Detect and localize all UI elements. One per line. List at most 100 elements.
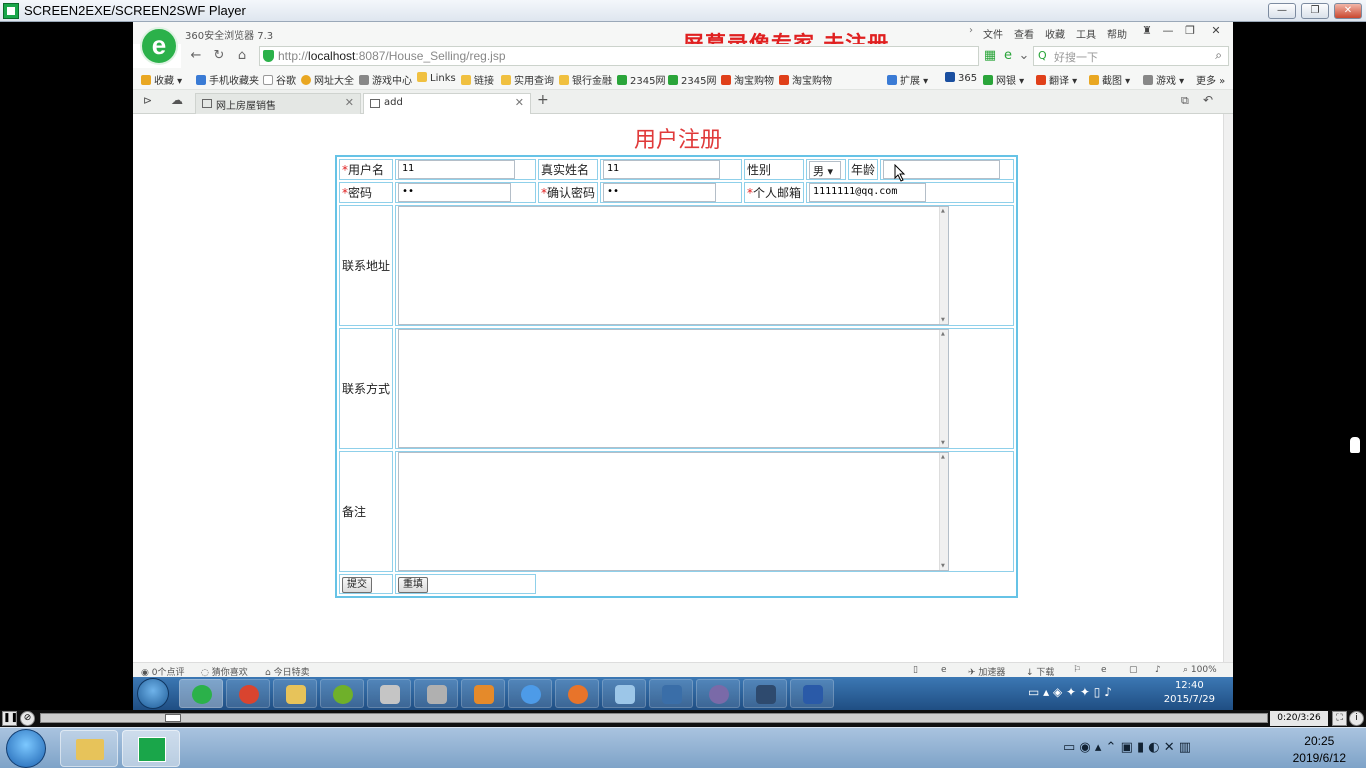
host-tray-icons[interactable]: ▭ ◉ ▴ ⌃ ▣ ▮ ◐ ✕ ▥	[1063, 740, 1191, 755]
tab-close-icon[interactable]: ✕	[345, 96, 354, 109]
fav-item[interactable]: 网址大全	[301, 72, 354, 87]
taskbar-app-network[interactable]	[649, 679, 693, 708]
back-icon[interactable]: ←	[187, 47, 205, 65]
taskbar-app-visualstudio[interactable]	[461, 679, 505, 708]
progress-slider[interactable]	[40, 713, 1268, 723]
minimize-button[interactable]: —	[1268, 3, 1296, 19]
textarea-scrollbar[interactable]	[939, 330, 949, 447]
fav-item[interactable]: 银行金融	[559, 72, 612, 87]
maximize-button[interactable]: ❐	[1301, 3, 1329, 19]
url-input[interactable]: http://localhost:8087/House_Selling/reg.…	[259, 46, 979, 66]
player-controls: ❚❚ ⊘ 0:20/3:26 ⛶ i	[0, 710, 1366, 727]
taskbar-app-360browser[interactable]	[179, 679, 223, 708]
browser-close-button[interactable]: ✕	[1206, 24, 1226, 37]
fav-item[interactable]: 收藏 ▾	[141, 72, 182, 87]
tray-icons[interactable]: ▭ ▴ ◈ ✦ ✦ ▯ ♪	[1028, 685, 1112, 699]
taskbar-app-firefox[interactable]	[555, 679, 599, 708]
tab-add[interactable]: add ✕	[363, 93, 531, 115]
fav-screenshot[interactable]: 截图 ▾	[1089, 72, 1130, 87]
fav-translate[interactable]: 翻译 ▾	[1036, 72, 1077, 87]
taskbar-app-viewer[interactable]	[414, 679, 458, 708]
start-button[interactable]	[137, 678, 169, 709]
gender-select[interactable]: 男 ▾	[809, 160, 842, 179]
reset-button[interactable]: 重填	[398, 576, 429, 593]
taskbar-player[interactable]	[122, 730, 180, 767]
info-button[interactable]: i	[1349, 711, 1364, 726]
confirm-password-input[interactable]: ••	[603, 183, 717, 202]
home-icon[interactable]: ⌂	[233, 47, 251, 65]
email-input[interactable]: 1111111@qq.com	[809, 183, 927, 202]
tab-close-icon[interactable]: ✕	[515, 96, 524, 109]
fav-games[interactable]: 游戏 ▾	[1143, 72, 1184, 87]
menu-view[interactable]: 查看	[1014, 26, 1034, 41]
browser-restore-button[interactable]: ❐	[1180, 24, 1200, 37]
realname-input[interactable]: 11	[603, 160, 721, 179]
textarea-scrollbar[interactable]	[939, 207, 949, 324]
page-scrollbar[interactable]	[1223, 114, 1233, 662]
phone-icon[interactable]: ▯	[913, 665, 918, 675]
pause-button[interactable]: ❚❚	[2, 711, 18, 726]
fav-item[interactable]: 实用查询	[501, 72, 554, 87]
fav-item[interactable]: 谷歌	[263, 72, 296, 87]
url-dropdown-icon[interactable]: ⌄	[1015, 47, 1033, 65]
extensions-icon	[887, 75, 897, 85]
search-input[interactable]: Q 好搜一下 ⌕	[1033, 46, 1229, 66]
taskbar-explorer[interactable]	[60, 730, 118, 767]
progress-handle[interactable]	[165, 714, 181, 722]
refresh-icon[interactable]: ↻	[210, 47, 228, 65]
fav-bank[interactable]: 网银 ▾	[983, 72, 1024, 87]
sound-icon[interactable]: ♪	[1155, 665, 1161, 675]
taskbar-app-chrome[interactable]	[226, 679, 270, 708]
new-tab-button[interactable]: +	[537, 92, 549, 108]
taskbar-app-notes[interactable]	[602, 679, 646, 708]
menu-tools[interactable]: 工具	[1076, 26, 1096, 41]
flag-icon[interactable]: ⚐	[1073, 665, 1081, 675]
fav-item[interactable]: 2345网	[668, 72, 716, 87]
password-input[interactable]: ••	[398, 183, 512, 202]
skin-icon[interactable]: ♜	[1137, 24, 1157, 37]
fav-365[interactable]: 365	[945, 72, 977, 84]
search-icon[interactable]: ⌕	[1215, 48, 1222, 63]
ie-icon[interactable]: e	[941, 665, 947, 675]
compat-mode-icon[interactable]: ▦	[981, 47, 999, 65]
textarea-scrollbar[interactable]	[939, 453, 949, 570]
window-icon[interactable]: ▢	[1129, 665, 1138, 675]
stop-icon[interactable]: ⊘	[20, 711, 35, 726]
close-button[interactable]: ✕	[1334, 3, 1362, 19]
remark-textarea[interactable]	[398, 452, 950, 571]
fav-item[interactable]: 游戏中心	[359, 72, 412, 87]
fav-item[interactable]: 链接	[461, 72, 494, 87]
fav-item[interactable]: 2345网	[617, 72, 665, 87]
fav-more[interactable]: 更多 »	[1196, 72, 1225, 87]
fullscreen-button[interactable]: ⛶	[1332, 711, 1347, 726]
taskbar-app-8[interactable]	[743, 679, 787, 708]
username-input[interactable]: 11	[398, 160, 516, 179]
taskbar-app-explorer[interactable]	[273, 679, 317, 708]
menu-favorites[interactable]: 收藏	[1045, 26, 1065, 41]
contact-textarea[interactable]	[398, 329, 950, 448]
restore-tabs-icon[interactable]: ⧉	[1181, 94, 1189, 108]
menu-file[interactable]: 文件	[983, 26, 1003, 41]
windows-start-button[interactable]	[6, 729, 46, 768]
fav-item[interactable]: 淘宝购物	[779, 72, 832, 87]
taskbar-app-editor[interactable]	[320, 679, 364, 708]
status-zoom[interactable]: ⌕ 100%	[1183, 665, 1217, 675]
taskbar-app-word[interactable]	[790, 679, 834, 708]
fav-item[interactable]: Links	[417, 72, 456, 84]
menu-chevron-icon[interactable]: ›	[969, 25, 973, 36]
tab-house-selling[interactable]: 网上房屋销售 ✕	[195, 93, 361, 114]
taskbar-app-eclipse[interactable]	[696, 679, 740, 708]
fav-item[interactable]: 手机收藏夹	[196, 72, 259, 87]
address-textarea[interactable]	[398, 206, 950, 325]
fav-item[interactable]: 淘宝购物	[721, 72, 774, 87]
sidebar-toggle-icon[interactable]: ⊳	[143, 94, 152, 107]
menu-help[interactable]: 帮助	[1107, 26, 1127, 41]
cloud-icon[interactable]: ☁	[171, 93, 183, 107]
browser-minimize-button[interactable]: —	[1158, 24, 1178, 37]
taskbar-app-search[interactable]	[508, 679, 552, 708]
submit-button[interactable]: 提交	[342, 576, 372, 593]
taskbar-app-tools[interactable]	[367, 679, 411, 708]
fav-extensions[interactable]: 扩展 ▾	[887, 72, 928, 87]
ie-icon[interactable]: e	[1101, 665, 1107, 675]
undo-close-icon[interactable]: ↶	[1203, 93, 1213, 107]
